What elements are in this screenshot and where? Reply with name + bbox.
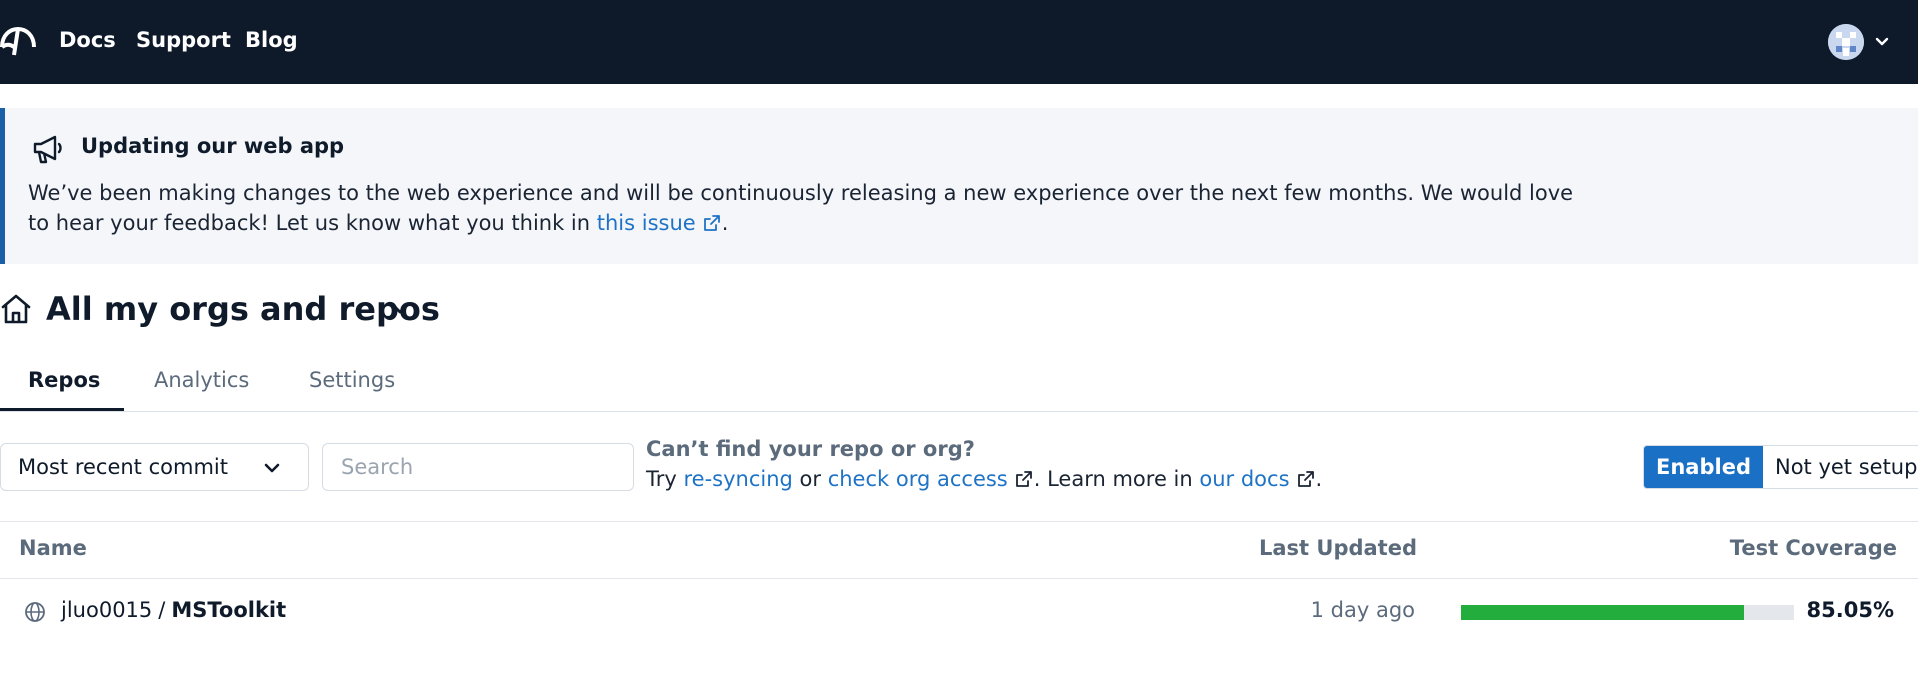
chevron-down-icon: [264, 463, 280, 473]
repo-owner: jluo0015: [61, 598, 153, 622]
repo-name: MSToolkit: [171, 598, 287, 622]
banner-issue-link[interactable]: this issue: [597, 211, 696, 235]
repo-separator: /: [158, 598, 166, 622]
tab-repos[interactable]: Repos: [28, 368, 100, 392]
help-text: Try re-syncing or check org access . Lear…: [646, 467, 1322, 491]
chevron-down-icon[interactable]: [1872, 32, 1892, 52]
coverage-value: 85.05%: [1806, 598, 1894, 622]
repo-link[interactable]: jluo0015/MSToolkit: [61, 598, 286, 622]
help-or-text: or: [792, 467, 828, 491]
active-tab-indicator: [0, 408, 124, 411]
resync-link[interactable]: re-syncing: [683, 467, 792, 491]
codecov-logo-icon[interactable]: [0, 25, 36, 59]
column-header-test-coverage[interactable]: Test Coverage: [1730, 536, 1897, 560]
help-learn-text: . Learn more in: [1033, 467, 1200, 491]
banner-title: Updating our web app: [81, 134, 345, 158]
enabled-toggle-button[interactable]: Enabled: [1644, 446, 1763, 488]
avatar-image: [1828, 24, 1864, 60]
coverage-bar-fill: [1461, 605, 1745, 620]
external-link-icon: [1297, 471, 1314, 487]
megaphone-icon: [33, 135, 62, 164]
sort-select[interactable]: Most recent commit: [0, 443, 309, 491]
page-title[interactable]: All my orgs and repos: [46, 290, 440, 328]
nav-blog-link[interactable]: Blog: [245, 28, 298, 52]
column-header-last-updated[interactable]: Last Updated: [1259, 536, 1417, 560]
chevron-down-icon[interactable]: [389, 298, 411, 320]
tab-analytics[interactable]: Analytics: [154, 368, 249, 392]
tab-settings[interactable]: Settings: [309, 368, 395, 392]
tab-bar: Repos Analytics Settings: [0, 356, 1918, 412]
announcement-banner: Updating our web app We’ve been making c…: [0, 108, 1918, 264]
our-docs-link[interactable]: our docs: [1199, 467, 1289, 491]
banner-message-text: We’ve been making changes to the web exp…: [28, 181, 1574, 235]
avatar[interactable]: [1828, 24, 1864, 60]
table-header: Name Last Updated Test Coverage: [0, 521, 1918, 579]
banner-message: We’ve been making changes to the web exp…: [28, 178, 1588, 238]
coverage-bar-track: [1461, 605, 1794, 620]
external-link-icon: [703, 215, 720, 231]
globe-icon: [25, 602, 45, 622]
help-title: Can’t find your repo or org?: [646, 437, 975, 461]
table-row: jluo0015/MSToolkit 1 day ago 85.05%: [0, 580, 1918, 644]
external-link-icon: [1015, 471, 1032, 487]
help-try-text: Try: [646, 467, 684, 491]
nav-support-link[interactable]: Support: [136, 28, 231, 52]
help-end-text: .: [1315, 467, 1323, 491]
top-nav: Docs Support Blog: [0, 0, 1918, 84]
search-input[interactable]: [322, 443, 634, 491]
not-yet-setup-toggle-button[interactable]: Not yet setup: [1762, 446, 1918, 488]
setup-filter-toggle: Enabled Not yet setup: [1643, 445, 1918, 489]
last-updated-value: 1 day ago: [1310, 598, 1415, 622]
check-org-access-link[interactable]: check org access: [828, 467, 1008, 491]
banner-message-end: .: [721, 211, 729, 235]
nav-docs-link[interactable]: Docs: [59, 28, 116, 52]
sort-select-value: Most recent commit: [18, 455, 228, 479]
home-icon: [1, 294, 31, 324]
column-header-name[interactable]: Name: [19, 536, 87, 560]
